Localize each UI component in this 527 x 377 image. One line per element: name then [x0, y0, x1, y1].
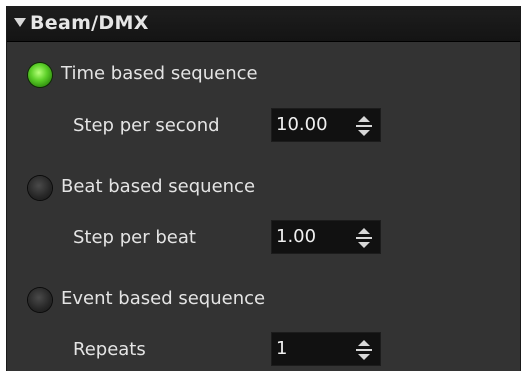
spin-arrows-icon[interactable] — [356, 339, 372, 361]
step-per-second-spinbox[interactable]: 10.00 — [271, 108, 381, 142]
spinbox-value[interactable]: 1 — [276, 338, 287, 359]
triangle-down-icon[interactable] — [14, 18, 26, 27]
radio-beat-based[interactable] — [28, 176, 52, 200]
field-row-step-per-beat: Step per beat 1.00 — [7, 220, 520, 256]
panel-header[interactable]: Beam/DMX — [7, 6, 520, 42]
option-event-based[interactable]: Event based sequence — [7, 285, 520, 315]
option-time-based[interactable]: Time based sequence — [7, 60, 520, 90]
spin-up-icon[interactable] — [358, 228, 370, 234]
field-label-step-per-beat: Step per beat — [73, 227, 196, 248]
radio-label-event-based: Event based sequence — [61, 288, 266, 309]
spin-divider — [356, 125, 372, 127]
spin-arrows-icon[interactable] — [356, 115, 372, 137]
spin-down-icon[interactable] — [358, 130, 370, 136]
spinbox-value[interactable]: 1.00 — [276, 226, 316, 247]
repeats-spinbox[interactable]: 1 — [271, 332, 381, 366]
spin-divider — [356, 349, 372, 351]
panel-title: Beam/DMX — [30, 12, 149, 34]
field-label-step-per-second: Step per second — [73, 115, 220, 136]
field-row-repeats: Repeats 1 — [7, 332, 520, 368]
step-per-beat-spinbox[interactable]: 1.00 — [271, 220, 381, 254]
spin-arrows-icon[interactable] — [356, 227, 372, 249]
beam-dmx-panel: Beam/DMX Time based sequence Step per se… — [6, 6, 521, 371]
spin-up-icon[interactable] — [358, 340, 370, 346]
radio-time-based[interactable] — [28, 63, 52, 87]
option-beat-based[interactable]: Beat based sequence — [7, 173, 520, 203]
radio-label-beat-based: Beat based sequence — [61, 176, 256, 197]
spin-up-icon[interactable] — [358, 116, 370, 122]
spin-divider — [356, 237, 372, 239]
spin-down-icon[interactable] — [358, 242, 370, 248]
spin-down-icon[interactable] — [358, 354, 370, 360]
field-row-step-per-second: Step per second 10.00 — [7, 108, 520, 144]
radio-label-time-based: Time based sequence — [61, 63, 258, 84]
field-label-repeats: Repeats — [73, 339, 146, 360]
radio-event-based[interactable] — [28, 288, 52, 312]
spinbox-value[interactable]: 10.00 — [276, 114, 328, 135]
